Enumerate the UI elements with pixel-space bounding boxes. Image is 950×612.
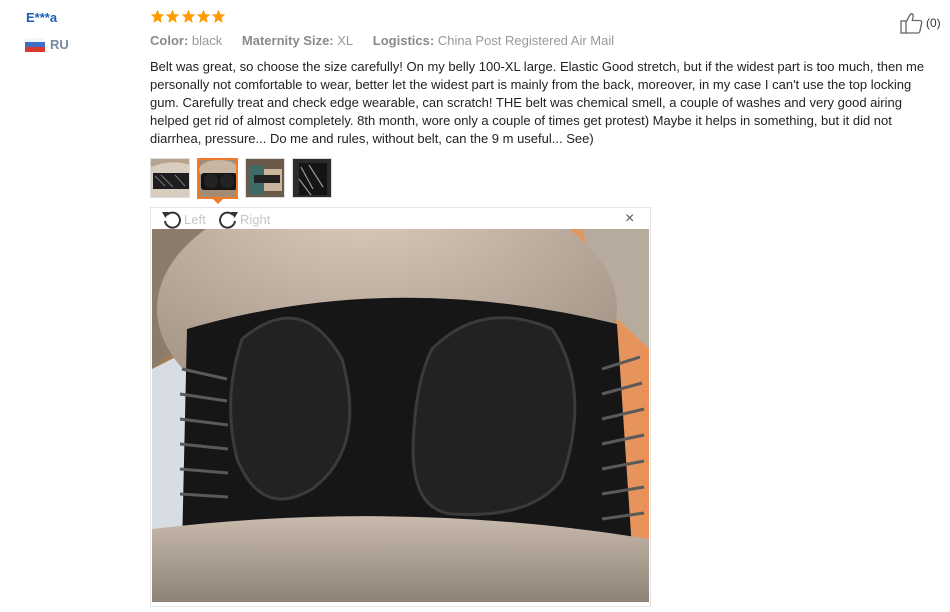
size-value: XL [337, 33, 354, 48]
size-label: Maternity Size: [241, 33, 334, 48]
close-icon[interactable]: × [625, 211, 634, 227]
rotate-right-icon [219, 211, 238, 229]
reviewer-name[interactable]: E***a [26, 10, 57, 25]
rotate-left-icon [162, 211, 181, 229]
country-code: RU [50, 37, 69, 52]
active-thumbnail-indicator [212, 198, 224, 204]
star-icon [196, 9, 211, 23]
viewer-toolbar: Left Right × [151, 208, 650, 229]
review-text: Belt was great, so choose the size caref… [150, 59, 925, 146]
color-value: black [191, 33, 223, 48]
rotate-left-label: Left [184, 211, 206, 227]
star-icon [166, 9, 180, 23]
star-icon [181, 9, 195, 23]
like-count: (0) [926, 16, 941, 30]
rotate-left-button[interactable]: Left [161, 209, 206, 229]
photo-viewer: Left Right × [150, 207, 651, 607]
thumbs-up-icon [900, 13, 923, 34]
like-button[interactable]: (0) [900, 12, 941, 34]
rotate-right-label: Right [240, 211, 271, 227]
review-photo-thumbnail[interactable] [245, 158, 285, 198]
review-photo-thumbnail-active[interactable] [197, 158, 238, 199]
reviewer-country: RU [25, 37, 69, 52]
review-photo-large [152, 229, 649, 602]
logistics-label: Logistics: [372, 33, 435, 48]
logistics-value: China Post Registered Air Mail [437, 33, 615, 48]
star-icon [150, 9, 165, 23]
color-label: Color: [150, 33, 189, 48]
review-photo-thumbnail[interactable] [292, 158, 332, 198]
review-photo-thumbnail[interactable] [150, 158, 190, 198]
rating-stars [150, 9, 226, 24]
order-attributes: Color: black Maternity Size: XL Logistic… [150, 33, 614, 48]
star-icon [211, 9, 226, 23]
russia-flag-icon [25, 37, 45, 52]
rotate-right-button[interactable]: Right [217, 209, 270, 229]
